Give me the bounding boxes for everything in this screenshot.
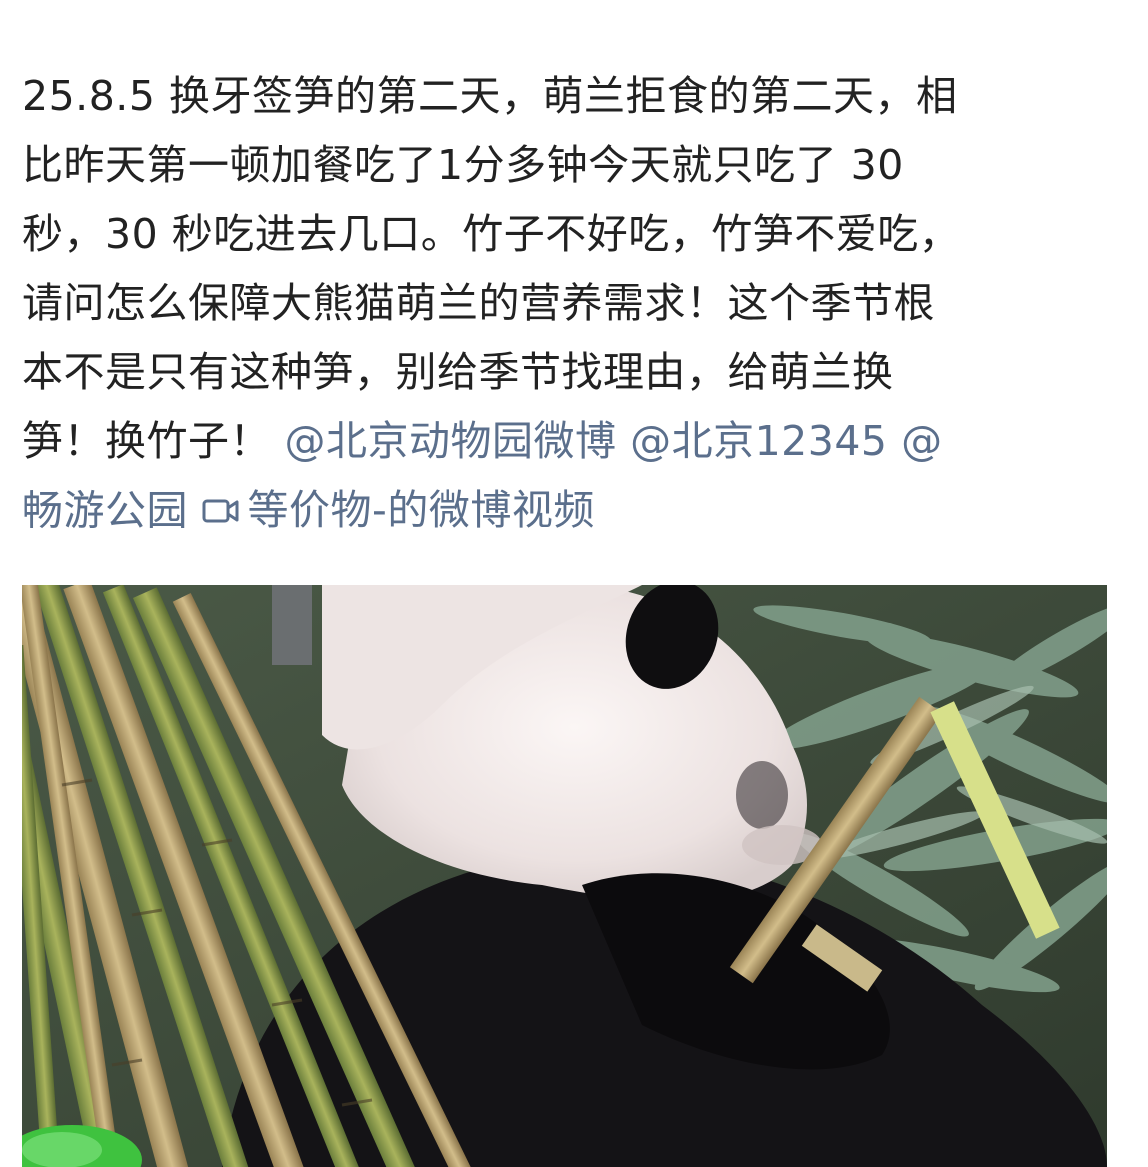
post-text-line: 比昨天第一顿加餐吃了1分多钟今天就只吃了 30 xyxy=(22,141,904,189)
post-text-line: 请问怎么保障大熊猫萌兰的营养需求！这个季节根 xyxy=(22,279,935,327)
panda-eating-bamboo-photo xyxy=(22,585,1107,1167)
video-thumbnail[interactable] xyxy=(22,585,1107,1167)
video-link-label: 等价物-的微博视频 xyxy=(247,486,595,534)
video-camera-icon xyxy=(202,499,239,522)
mention-park-cont[interactable]: 畅游公园 xyxy=(22,487,188,535)
post-text-line-7: 畅游公园 等价物-的微博视频 xyxy=(22,476,1102,546)
post-text-line: 秒，30 秒吃进去几口。竹子不好吃，竹笋不爱吃， xyxy=(22,210,961,258)
video-link[interactable]: 等价物-的微博视频 xyxy=(202,476,595,545)
post-text-line: 本不是只有这种笋，别给季节找理由，给萌兰换 xyxy=(22,348,894,396)
mention-beijing-12345[interactable]: @北京12345 xyxy=(630,417,887,465)
post-text-fragment: 笋！换竹子！ xyxy=(22,417,271,465)
post-body: 25.8.5 换牙签笋的第二天，萌兰拒食的第二天，相 比昨天第一顿加餐吃了1分多… xyxy=(22,62,1102,546)
post-text-line: 25.8.5 换牙签笋的第二天，萌兰拒食的第二天，相 xyxy=(22,72,958,120)
mention-park-start[interactable]: @ xyxy=(901,417,943,465)
mention-beijing-zoo[interactable]: @北京动物园微博 xyxy=(285,417,617,465)
post-text-line-6: 笋！换竹子！ @北京动物园微博 @北京12345 @ xyxy=(22,407,1102,476)
